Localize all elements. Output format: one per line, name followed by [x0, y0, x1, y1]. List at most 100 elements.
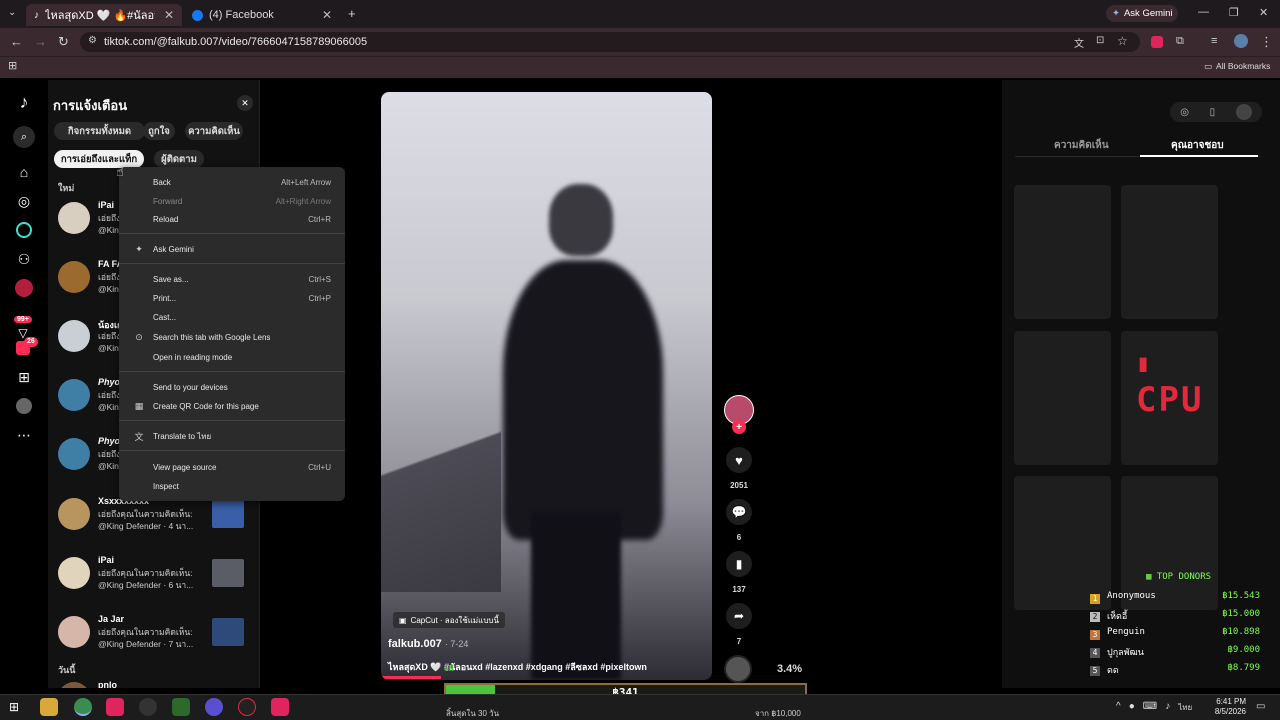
notification-text: เอ่ยถึงคุณในความคิดเห็น:@King Defender ·… — [98, 568, 194, 590]
tab-search-icon[interactable]: ⌄ — [8, 7, 16, 18]
filter-comments[interactable]: ความคิดเห็น — [185, 122, 243, 140]
media-controls-icon[interactable]: ≡ — [1211, 35, 1217, 47]
address-bar[interactable]: ⚙ tiktok.com/@falkub.007/video/766604715… — [80, 32, 1140, 52]
minimize-button[interactable]: — — [1198, 6, 1209, 18]
phone-icon[interactable]: ▯ — [1210, 107, 1216, 118]
tab-facebook[interactable]: (4) Facebook ✕ — [184, 4, 340, 26]
filter-followers[interactable]: ผู้ติดตาม — [154, 150, 204, 168]
tab-tiktok[interactable]: ♪ ไหลสุดXD 🤍 🔥#นัลอนxd #lazen ✕ — [26, 4, 182, 26]
filter-likes[interactable]: ถูกใจ — [143, 122, 175, 140]
video-progress-bar[interactable] — [381, 676, 441, 679]
notification-item[interactable]: Ja Jar เอ่ยถึงคุณในความคิดเห็น: @King Def… — [56, 610, 256, 666]
extensions-puzzle-icon[interactable]: ⧉ — [1176, 35, 1184, 48]
live-icon[interactable] — [14, 278, 34, 298]
activity-icon[interactable]: 99+ ▽ — [14, 308, 32, 340]
close-window-button[interactable]: ✕ — [1259, 6, 1268, 19]
apps-grid-icon[interactable]: ⊞ — [8, 59, 17, 72]
share-button[interactable]: ➦ — [726, 603, 752, 629]
volume-icon[interactable]: ♪ — [1165, 701, 1170, 714]
reload-icon[interactable]: ↻ — [58, 34, 69, 50]
translate-icon[interactable]: 文 — [1074, 35, 1084, 50]
video-thumbnail[interactable] — [212, 500, 244, 528]
menu-item-forward[interactable]: Forward Alt+Right Arrow — [119, 192, 345, 210]
tab-recommended[interactable]: คุณอาจชอบ — [1171, 138, 1224, 153]
recommended-video-card[interactable] — [1121, 185, 1218, 319]
profile-icon[interactable] — [14, 396, 34, 416]
compass-icon[interactable]: ◎ — [1180, 107, 1189, 118]
new-tab-button[interactable]: + — [348, 6, 356, 21]
install-icon[interactable]: ⊡ — [1096, 35, 1104, 46]
more-icon[interactable]: ⋯ — [14, 425, 34, 445]
app-taskbar-icon[interactable] — [172, 698, 190, 716]
follow-plus-icon[interactable]: + — [732, 420, 746, 434]
like-button[interactable]: ♥ — [726, 447, 752, 473]
discord-taskbar-icon[interactable] — [205, 698, 223, 716]
menu-item-google-lens[interactable]: ⊙ Search this tab with Google Lens — [119, 328, 345, 346]
recommended-video-card[interactable] — [1121, 476, 1218, 610]
menu-item-ask-gemini[interactable]: ✦ Ask Gemini — [119, 240, 345, 258]
filter-all[interactable]: กิจกรรมทั้งหมด — [54, 122, 145, 140]
app-taskbar-icon[interactable] — [271, 698, 289, 716]
video-player[interactable]: ▣ CapCut · ลองใช้แม่แบบนี้ falkub.007 · … — [381, 92, 712, 680]
tray-chevron-icon[interactable]: ^ — [1116, 701, 1121, 714]
menu-item-cast[interactable]: Cast... — [119, 308, 345, 326]
maximize-button[interactable]: ❐ — [1229, 6, 1239, 19]
notification-center-icon[interactable]: ▭ — [1256, 701, 1265, 712]
site-info-icon[interactable]: ⚙ — [88, 35, 97, 46]
bookmark-star-icon[interactable]: ☆ — [1117, 34, 1128, 48]
menu-item-view-source[interactable]: View page source Ctrl+U — [119, 458, 345, 476]
following-icon[interactable] — [14, 220, 34, 240]
menu-item-reload[interactable]: Reload Ctrl+R — [119, 210, 345, 228]
capcut-template-button[interactable]: ▣ CapCut · ลองใช้แม่แบบนี้ — [393, 612, 505, 628]
recommended-video-card[interactable] — [1014, 185, 1111, 319]
avatar-icon[interactable] — [1235, 104, 1252, 120]
filter-mentions[interactable]: การเอ่ยถึงและแท็ก — [54, 150, 144, 168]
search-icon[interactable]: ⌕ — [13, 126, 35, 148]
close-panel-icon[interactable]: ✕ — [237, 95, 253, 111]
menu-item-send-devices[interactable]: Send to your devices — [119, 378, 345, 396]
file-explorer-icon[interactable] — [40, 698, 58, 716]
windows-start-icon[interactable]: ⊞ — [9, 700, 23, 714]
menu-kebab-icon[interactable]: ⋮ — [1260, 34, 1273, 50]
clock[interactable]: 6:41 PM 8/5/2026 — [1200, 697, 1246, 717]
save-button[interactable]: ▮ — [726, 551, 752, 577]
app-taskbar-icon[interactable] — [238, 698, 256, 716]
forward-icon[interactable]: → — [34, 34, 47, 49]
friends-icon[interactable]: ⚇ — [14, 249, 34, 269]
menu-item-print[interactable]: Print... Ctrl+P — [119, 289, 345, 307]
language-indicator[interactable]: ไทย — [1178, 701, 1192, 714]
menu-item-back[interactable]: Back Alt+Left Arrow — [119, 173, 345, 191]
home-icon[interactable]: ⌂ — [14, 162, 34, 182]
tiktok-taskbar-icon[interactable] — [106, 698, 124, 716]
network-icon[interactable]: ⌨ — [1143, 701, 1157, 714]
video-author[interactable]: falkub.007 · 7-24 — [388, 638, 468, 650]
all-bookmarks-button[interactable]: ▭ All Bookmarks — [1204, 61, 1270, 72]
recommended-video-card[interactable] — [1014, 476, 1111, 610]
explore-compass-icon[interactable]: ◎ — [14, 191, 34, 211]
menu-item-save-as[interactable]: Save as... Ctrl+S — [119, 270, 345, 288]
extension-icon[interactable] — [1151, 36, 1163, 48]
ask-gemini-button[interactable]: ✦ Ask Gemini — [1106, 5, 1178, 22]
upload-icon[interactable]: ⊞ — [14, 367, 34, 387]
tiktok-logo-icon[interactable]: ♪ — [14, 92, 34, 112]
microphone-icon[interactable]: ● — [1129, 701, 1135, 714]
menu-item-qr-code[interactable]: ▦ Create QR Code for this page — [119, 397, 345, 415]
comment-button[interactable]: 💬 — [726, 499, 752, 525]
video-thumbnail[interactable] — [212, 559, 244, 587]
back-icon[interactable]: ← — [10, 34, 23, 49]
notification-item[interactable]: iPai เอ่ยถึงคุณในความคิดเห็น:@King Defen… — [56, 551, 256, 607]
video-thumbnail[interactable] — [212, 618, 244, 646]
menu-item-reading-mode[interactable]: Open in reading mode — [119, 348, 345, 366]
inbox-icon[interactable]: 26 — [16, 337, 38, 355]
music-disc-icon[interactable] — [724, 655, 752, 683]
close-tab-icon[interactable]: ✕ — [164, 8, 174, 22]
menu-item-translate[interactable]: 文 Translate to ไทย — [119, 427, 345, 445]
profile-avatar[interactable] — [1234, 34, 1248, 48]
close-tab-icon[interactable]: ✕ — [322, 8, 332, 22]
menu-item-inspect[interactable]: Inspect — [119, 477, 345, 495]
notification-item[interactable]: pnlo — [56, 676, 256, 688]
chrome-taskbar-icon[interactable] — [74, 698, 92, 716]
recommended-video-card[interactable] — [1014, 331, 1111, 465]
tab-comments[interactable]: ความคิดเห็น — [1054, 138, 1109, 153]
obs-taskbar-icon[interactable] — [139, 698, 157, 716]
